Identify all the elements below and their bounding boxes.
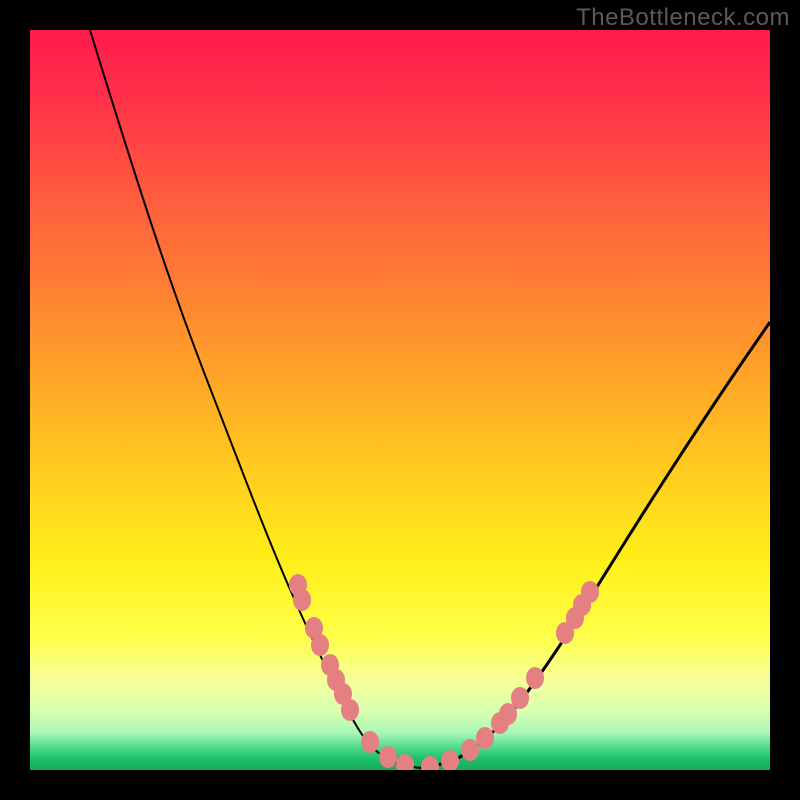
watermark-text: TheBottleneck.com [576, 4, 790, 32]
beads-left-group [290, 575, 414, 771]
bead-marker [500, 704, 517, 725]
bead-marker [477, 728, 494, 749]
bead-marker [512, 688, 529, 709]
beads-right-group [422, 582, 599, 771]
bead-marker [362, 732, 379, 753]
bead-marker [342, 700, 359, 721]
plot-area [30, 30, 770, 770]
left-curve [90, 30, 420, 768]
bead-marker [442, 751, 459, 771]
bead-marker [312, 635, 329, 656]
curve-layer [30, 30, 770, 770]
bead-marker [582, 582, 599, 603]
bead-marker [462, 740, 479, 761]
bead-marker [397, 755, 414, 771]
outer-frame: TheBottleneck.com [0, 0, 800, 800]
bead-marker [380, 747, 397, 768]
bead-marker [422, 757, 439, 771]
bead-marker [294, 590, 311, 611]
right-curve [420, 322, 770, 768]
bead-marker [527, 668, 544, 689]
